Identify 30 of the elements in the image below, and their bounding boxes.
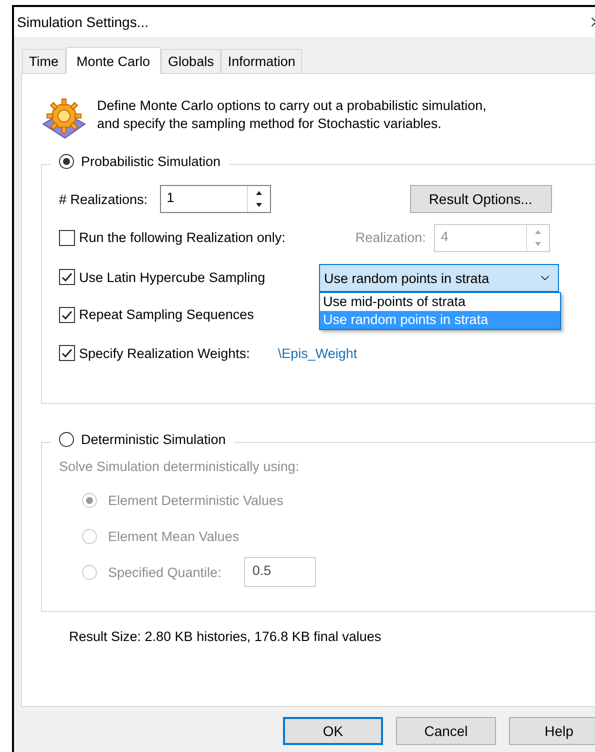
checkbox[interactable]: [59, 269, 75, 285]
tab[interactable]: Information: [220, 49, 302, 73]
realization-label: Realization:: [355, 230, 426, 245]
checkbox[interactable]: [59, 345, 75, 361]
checkbox-label: Run the following Realization only:: [79, 230, 286, 245]
description-text: Define Monte Carlo options to carry out a probabilistic simulation, and specify the sampling method for Stochastic variables.: [97, 97, 488, 133]
realizations-label: # Realizations:: [59, 192, 148, 206]
dropdown-option[interactable]: Use mid-points of strata: [320, 293, 560, 311]
checkbox-label: Repeat Sampling Sequences: [79, 307, 254, 322]
dialog-button[interactable]: Cancel: [396, 717, 496, 745]
checkbox-label: Specify Realization Weights:: [79, 346, 250, 360]
result-options-button[interactable]: Result Options...: [410, 185, 552, 213]
caption-text: Solve Simulation deterministically using:: [59, 459, 300, 474]
realizations-spinbox[interactable]: 1: [160, 185, 271, 213]
window-title: Simulation Settings...: [17, 14, 149, 30]
probabilistic-radio[interactable]: Probabilistic Simulation: [51, 154, 229, 169]
checkbox[interactable]: [59, 230, 75, 246]
tab[interactable]: Globals: [161, 49, 221, 73]
radio-label: Element Mean Values: [108, 528, 240, 544]
dialog-button[interactable]: OK: [283, 717, 383, 745]
radio-label: Element Deterministic Values: [108, 492, 284, 508]
tab[interactable]: Monte Carlo: [66, 47, 162, 74]
sampling-dropdown[interactable]: Use random points in strata: [319, 264, 559, 292]
result-size-text: Result Size: 2.80 KB histories, 176.8 KB final values: [69, 629, 382, 644]
weight-link[interactable]: \Epis_Weight: [278, 346, 358, 360]
checkbox-label: Use Latin Hypercube Sampling: [79, 270, 266, 284]
checkbox[interactable]: [59, 306, 75, 322]
dialog-button[interactable]: Help: [509, 717, 595, 745]
tab[interactable]: Time: [22, 49, 66, 73]
radio-label: Specified Quantile:: [108, 564, 222, 580]
